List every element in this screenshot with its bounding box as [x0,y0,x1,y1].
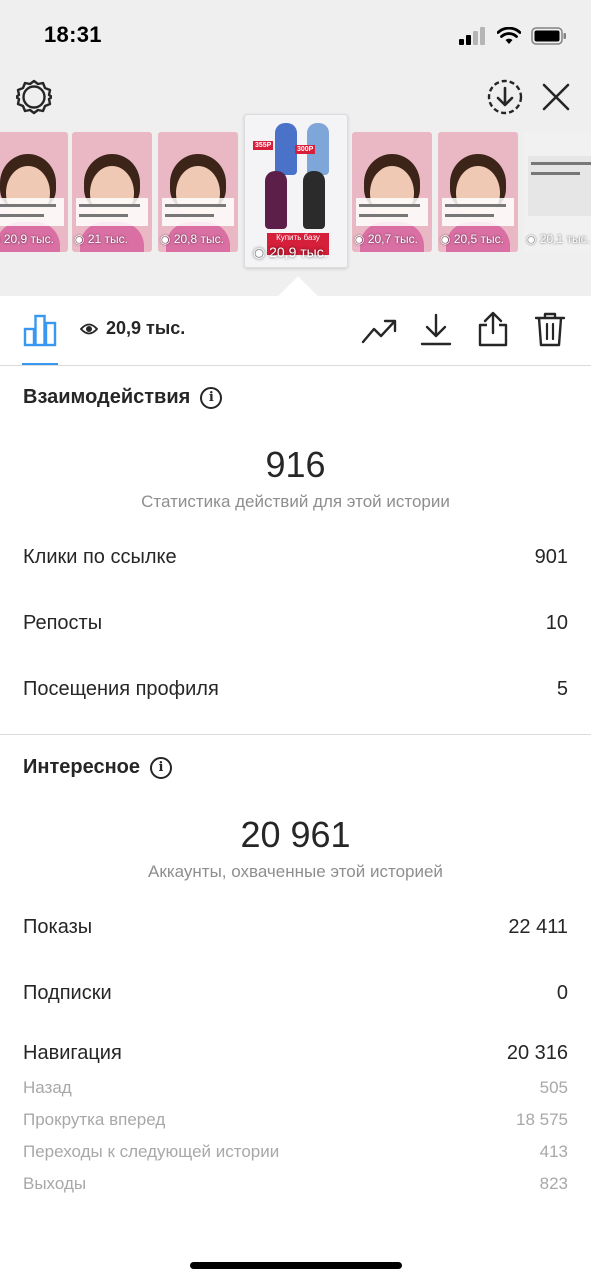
nav-row-exits: Выходы 823 [23,1174,568,1194]
story-thumbnail[interactable]: ◉ 21 тыс. [72,132,152,252]
story-views: ◉ 20,5 тыс. [440,232,504,246]
story-thumbnail[interactable]: ◉ 20,8 тыс. [158,132,238,252]
nav-label: Выходы [23,1174,87,1193]
stat-value: 10 [545,612,568,634]
stat-label: Клики по ссылке [23,546,177,568]
wifi-icon [497,27,521,44]
stat-label: Навигация [23,1042,122,1064]
stat-value: 0 [556,982,568,1004]
views-count[interactable]: 20,9 тыс. [80,318,185,339]
discovery-caption: Аккаунты, охваченные этой историей [148,862,443,881]
stat-row-shares: Репосты 10 [23,612,568,635]
active-tab-indicator [22,363,58,365]
download-button[interactable] [418,312,454,348]
nav-label: Переходы к следующей истории [23,1142,280,1161]
section-divider [0,734,591,735]
settings-gear-icon [16,79,52,115]
story-views: ◉ 20,9 тыс. [0,232,54,246]
stat-row-link-clicks: Клики по ссылке 901 [23,546,568,569]
stat-value: 22 411 [508,916,568,938]
views-count-text: 20,9 тыс. [106,318,186,338]
stat-row-navigation: Навигация 20 316 [23,1042,568,1065]
eye-icon [80,323,98,334]
nav-label: Прокрутка вперед [23,1110,166,1129]
story-views: ◉ 20,1 тыс. [526,232,590,246]
story-views: ◉ 20,7 тыс. [354,232,418,246]
story-views: ◉ 20,9 тыс. [253,244,328,260]
nav-row-next-story: Переходы к следующей истории 413 [23,1142,568,1162]
trash-icon [534,312,566,347]
save-story-button[interactable] [485,77,525,117]
interactions-total: 916 [265,444,326,485]
promo-price-1: 355Р [253,141,274,150]
battery-icon [531,27,566,45]
story-thumbnail[interactable]: ◉ 20,1 тыс. [524,132,591,252]
insights-bar-chart-icon [23,314,57,347]
info-icon[interactable]: i [200,386,223,409]
interactions-title-text: Взаимодействия [23,386,191,408]
stat-label: Подписки [23,982,112,1004]
share-button[interactable] [475,310,511,348]
stat-label: Посещения профиля [23,678,219,700]
promote-button[interactable] [360,314,398,348]
nav-value: 823 [539,1174,568,1193]
stat-label: Репосты [23,612,103,634]
status-time: 18:31 [44,22,102,47]
share-icon [478,311,508,347]
download-icon [420,313,452,346]
stat-value: 20 316 [506,1042,568,1064]
home-indicator[interactable] [190,1262,402,1269]
discovery-section-title: Интересное i [23,756,172,779]
promo-price-2: 300Р [295,145,316,154]
status-icons [459,24,567,48]
interactions-section-title: Взаимодействия i [23,386,223,409]
story-views: ◉ 20,8 тыс. [160,232,224,246]
nav-value: 18 575 [516,1110,568,1129]
close-button[interactable] [536,77,576,117]
stat-value: 5 [556,678,568,700]
save-download-icon [487,79,523,115]
trend-arrow-icon [361,319,397,344]
nav-value: 413 [539,1142,568,1161]
nav-row-back: Назад 505 [23,1078,568,1098]
nav-row-forward: Прокрутка вперед 18 575 [23,1110,568,1130]
story-thumbnail[interactable]: ◉ 20,9 тыс. [0,132,68,252]
stat-row-follows: Подписки 0 [23,982,568,1005]
delete-button[interactable] [532,310,568,348]
stat-label: Показы [23,916,93,938]
cellular-signal-icon [459,27,485,45]
stat-row-impressions: Показы 22 411 [23,916,568,939]
interactions-caption: Статистика действий для этой истории [141,492,450,511]
story-views: ◉ 21 тыс. [74,232,128,246]
status-bar: 18:31 [0,0,591,70]
discovery-title-text: Интересное [23,756,140,778]
stat-value: 901 [534,546,568,568]
story-thumbnail[interactable]: ◉ 20,5 тыс. [438,132,518,252]
info-icon[interactable]: i [150,756,172,779]
story-thumbnail-selected[interactable]: 355Р 300Р Купить базу ◉ 20,9 тыс. [244,114,348,268]
nav-label: Назад [23,1078,72,1097]
close-icon [542,83,570,111]
nav-value: 505 [539,1078,568,1097]
story-thumbnails-strip[interactable]: ◉ 20,9 тыс. ◉ 21 тыс. ◉ 20,8 тыс. 355Р 3… [0,114,591,270]
insights-tab[interactable] [22,312,58,348]
insights-toolbar: 20,9 тыс. [0,296,591,366]
story-thumbnail[interactable]: ◉ 20,7 тыс. [352,132,432,252]
settings-button[interactable] [14,77,54,117]
stat-row-profile-visits: Посещения профиля 5 [23,678,568,701]
discovery-total: 20 961 [240,814,351,855]
